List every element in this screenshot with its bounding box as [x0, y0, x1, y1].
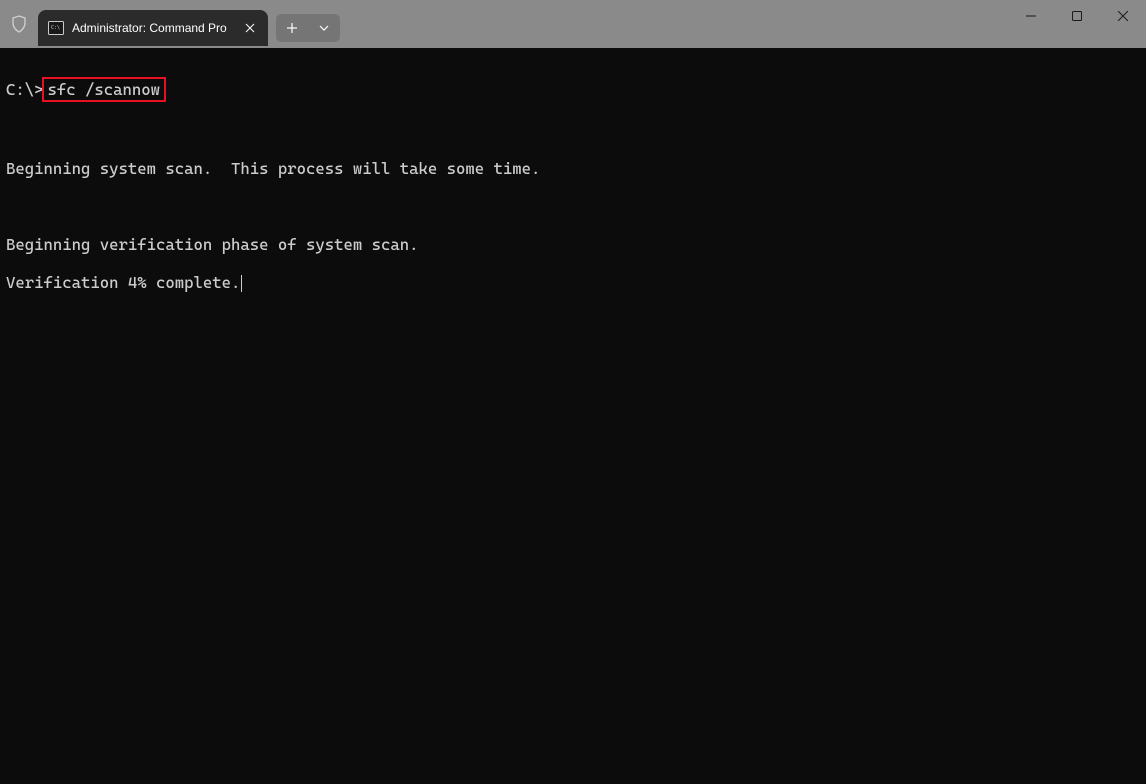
terminal-line: Verification 4% complete.: [6, 273, 1140, 292]
tab-close-button[interactable]: [240, 18, 260, 38]
cursor: [241, 275, 242, 292]
close-window-button[interactable]: [1100, 0, 1146, 32]
shield-icon: [11, 15, 27, 33]
close-icon: [245, 23, 255, 33]
terminal-line: Beginning system scan. This process will…: [6, 159, 1140, 178]
shield-badge: [0, 0, 38, 48]
minimize-icon: [1026, 11, 1036, 21]
cmd-icon: C:\: [48, 21, 64, 35]
titlebar: C:\ Administrator: Command Pro: [0, 0, 1146, 48]
chevron-down-icon: [319, 25, 329, 31]
command-highlight: sfc /scannow: [42, 77, 167, 102]
maximize-button[interactable]: [1054, 0, 1100, 32]
close-icon: [1118, 11, 1128, 21]
minimize-button[interactable]: [1008, 0, 1054, 32]
svg-text:C:\: C:\: [51, 25, 60, 31]
tab-title: Administrator: Command Pro: [72, 21, 232, 35]
tab-actions: [276, 14, 340, 42]
tab-dropdown-button[interactable]: [310, 16, 338, 40]
terminal-line: Beginning verification phase of system s…: [6, 235, 1140, 254]
plus-icon: [287, 23, 297, 33]
terminal-output[interactable]: C:\>sfc /scannow Beginning system scan. …: [0, 48, 1146, 784]
terminal-line: [6, 121, 1140, 140]
new-tab-button[interactable]: [278, 16, 306, 40]
prompt: C:\>: [6, 80, 44, 99]
maximize-icon: [1072, 11, 1082, 21]
terminal-tab[interactable]: C:\ Administrator: Command Pro: [38, 10, 268, 46]
window-controls: [1008, 0, 1146, 48]
terminal-line: [6, 197, 1140, 216]
